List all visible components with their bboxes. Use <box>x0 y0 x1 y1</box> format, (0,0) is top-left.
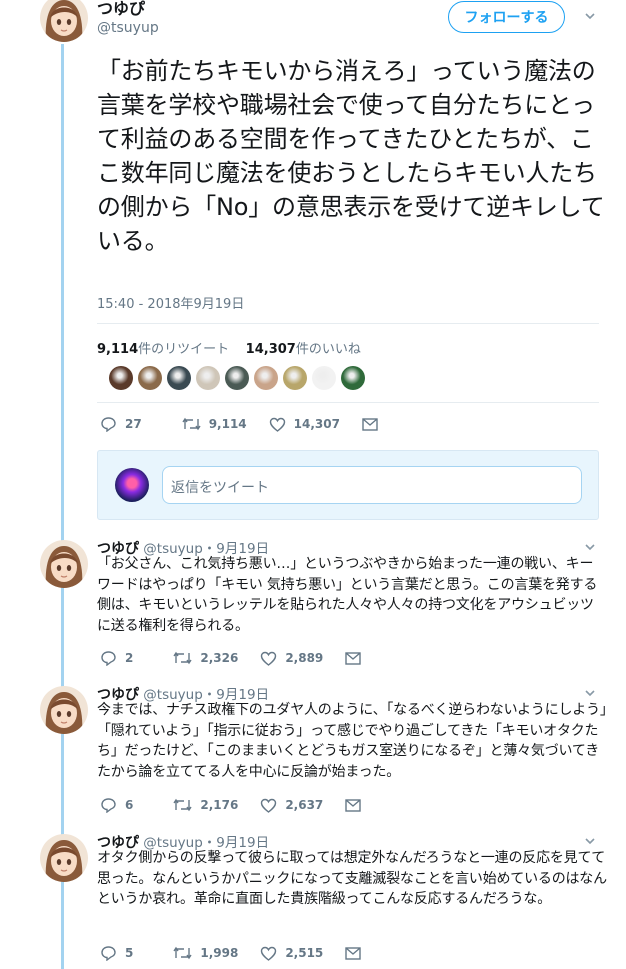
anime-avatar-icon <box>40 686 88 734</box>
reply-button[interactable]: 5 <box>100 945 133 961</box>
liker-avatar[interactable] <box>138 366 162 390</box>
envelope-icon <box>345 651 361 665</box>
like-count: 14,307 <box>245 342 296 357</box>
liker-avatar[interactable] <box>312 366 336 390</box>
tweet-actions: 6 2,176 2,637 <box>100 797 391 813</box>
retweet-count: 1,998 <box>200 946 239 960</box>
tweet-actions: 2 2,326 2,889 <box>100 650 391 666</box>
avatar[interactable] <box>40 540 88 588</box>
like-button[interactable]: 2,637 <box>260 798 323 813</box>
engagement-stats: 9,114件のリツイート 14,307件のいいね <box>97 338 361 357</box>
envelope-icon <box>362 417 378 431</box>
heart-icon <box>269 417 285 432</box>
reply-icon <box>101 946 116 961</box>
reply-icon <box>101 651 116 666</box>
like-count: 2,889 <box>285 651 324 665</box>
divider <box>97 402 599 403</box>
like-stat[interactable]: 14,307件のいいね <box>246 342 361 357</box>
reply-count: 5 <box>125 946 134 960</box>
like-button[interactable]: 2,889 <box>260 651 323 666</box>
heart-icon <box>261 651 277 666</box>
liker-avatar[interactable] <box>167 366 191 390</box>
chevron-down-icon[interactable] <box>584 541 596 553</box>
divider <box>97 323 599 324</box>
direct-message-button[interactable] <box>362 417 386 431</box>
tweet-text: オタク側からの反撃って彼らに取っては想定外なんだろうなと一連の反応を見てて思った… <box>97 850 607 907</box>
liker-avatar[interactable] <box>283 366 307 390</box>
tweet-timestamp[interactable]: 15:40 - 2018年9月19日 <box>97 293 244 312</box>
chevron-down-icon[interactable] <box>584 687 596 699</box>
avatar[interactable] <box>40 686 88 734</box>
retweet-stat[interactable]: 9,114件のリツイート <box>97 342 229 357</box>
tweet-text: 今までは、ナチス政権下のユダヤ人のように、「なるべく逆らわないようにしよう」「隠… <box>97 702 607 780</box>
direct-message-button[interactable] <box>345 946 369 960</box>
liker-avatar[interactable] <box>341 366 365 390</box>
liker-avatar[interactable] <box>254 366 278 390</box>
retweet-count: 9,114 <box>97 342 139 357</box>
chevron-down-icon[interactable] <box>584 10 596 22</box>
reply-input[interactable]: 返信をツイート <box>162 466 582 504</box>
retweet-count: 2,326 <box>200 651 239 665</box>
tweet-actions: 5 1,998 2,515 <box>100 945 391 961</box>
avatar[interactable] <box>40 834 88 882</box>
liker-avatar[interactable] <box>225 366 249 390</box>
retweet-button[interactable]: 1,998 <box>173 946 238 960</box>
reply-button[interactable]: 2 <box>100 650 133 666</box>
retweet-button[interactable]: 9,114 <box>182 417 247 431</box>
heart-icon <box>261 798 277 813</box>
anime-avatar-icon <box>40 0 88 42</box>
retweet-icon <box>182 417 201 431</box>
tweet-actions: 27 9,114 14,307 <box>100 416 408 432</box>
tweet-text: 「お父さん、これ気持ち悪い…」というつぶやきから始まった一連の戦い、キーワードは… <box>97 556 598 634</box>
retweet-button[interactable]: 2,326 <box>173 651 238 665</box>
like-button[interactable]: 14,307 <box>269 417 340 432</box>
like-count: 2,515 <box>285 946 324 960</box>
current-user-avatar <box>115 468 149 502</box>
chevron-down-icon[interactable] <box>584 835 596 847</box>
anime-avatar-icon <box>40 540 88 588</box>
direct-message-button[interactable] <box>345 651 369 665</box>
envelope-icon <box>345 798 361 812</box>
retweet-stat-label: 件のリツイート <box>138 342 230 357</box>
reply-count: 27 <box>125 417 142 431</box>
retweet-count: 9,114 <box>208 417 247 431</box>
retweet-button[interactable]: 2,176 <box>173 798 238 812</box>
thread-line <box>61 44 64 969</box>
heart-icon <box>261 946 277 961</box>
reply-button[interactable]: 6 <box>100 797 133 813</box>
reply-icon <box>101 417 116 432</box>
reply-count: 2 <box>125 651 134 665</box>
retweet-count: 2,176 <box>200 798 239 812</box>
user-handle[interactable]: @tsuyup <box>97 20 159 36</box>
reply-icon <box>101 798 116 813</box>
reply-button[interactable]: 27 <box>100 416 142 432</box>
liker-avatar[interactable] <box>196 366 220 390</box>
anime-avatar-icon <box>40 834 88 882</box>
envelope-icon <box>345 946 361 960</box>
display-name[interactable]: つゆぴ <box>97 0 145 19</box>
like-count: 14,307 <box>293 417 340 431</box>
retweet-icon <box>173 946 192 960</box>
reply-count: 6 <box>125 798 134 812</box>
like-count: 2,637 <box>285 798 324 812</box>
liker-avatars <box>109 366 365 390</box>
avatar[interactable] <box>40 0 88 42</box>
tweet-text: 「お前たちキモいから消えろ」っていう魔法の言葉を学校や職場社会で使って自分たちに… <box>97 57 605 255</box>
follow-button[interactable]: フォローする <box>448 1 565 33</box>
retweet-icon <box>173 798 192 812</box>
retweet-icon <box>173 651 192 665</box>
like-button[interactable]: 2,515 <box>260 946 323 961</box>
liker-avatar[interactable] <box>109 366 133 390</box>
like-stat-label: 件のいいね <box>295 342 361 357</box>
direct-message-button[interactable] <box>345 798 369 812</box>
reply-compose-box: 返信をツイート <box>97 450 599 520</box>
